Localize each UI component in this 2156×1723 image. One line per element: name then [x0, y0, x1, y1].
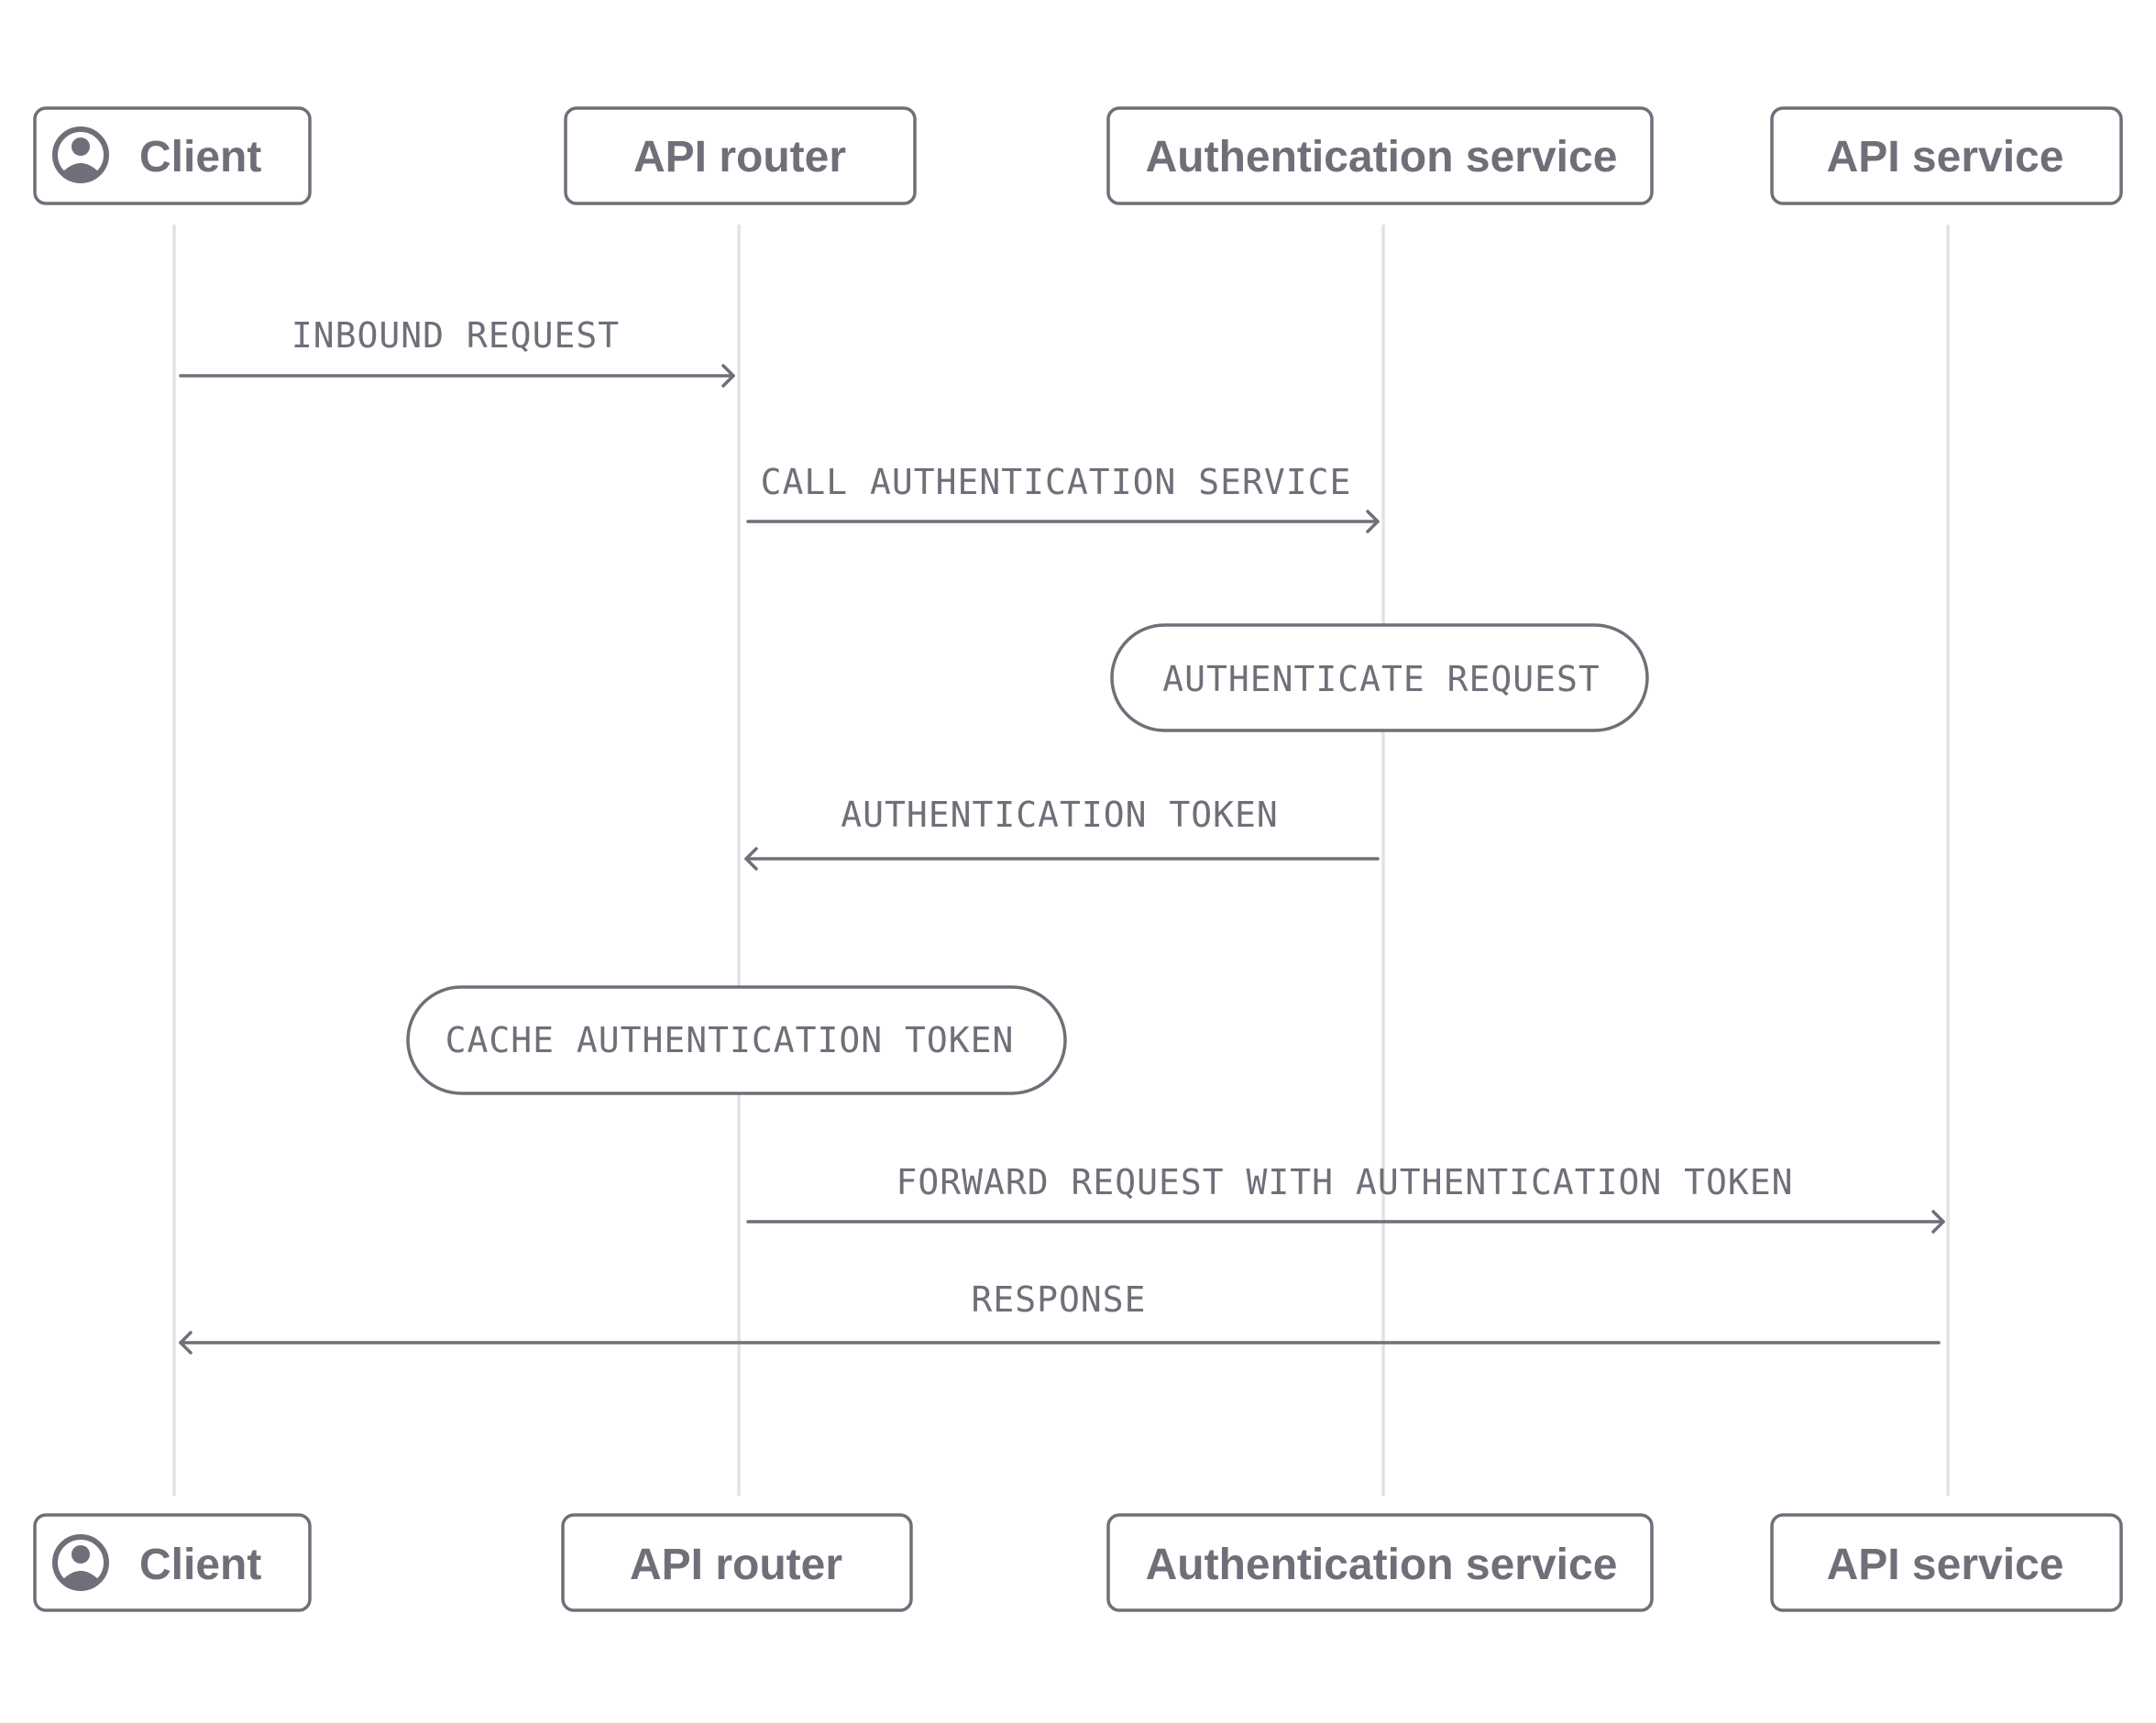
participant-router-top: API router [564, 106, 917, 205]
message-inbound-request: INBOUND REQUEST [179, 315, 735, 388]
sequence-diagram: Client API router Authentication service… [33, 106, 2123, 1612]
message-label: AUTHENTICATION TOKEN [841, 795, 1279, 835]
participant-router-bottom: API router [561, 1513, 913, 1612]
message-authentication-token: AUTHENTICATION TOKEN [744, 795, 1380, 871]
message-label: INBOUND REQUEST [292, 315, 620, 356]
participant-auth-bottom: Authentication service [1106, 1513, 1654, 1612]
participant-label: Client [139, 1541, 261, 1589]
message-response: RESPONSE [179, 1279, 1941, 1355]
participant-label: API router [633, 133, 846, 181]
action-label: AUTHENTICATE REQUEST [1162, 659, 1600, 699]
message-label: FORWARD REQUEST WITH AUTHENTICATION TOKE… [896, 1162, 1794, 1202]
message-forward-request: FORWARD REQUEST WITH AUTHENTICATION TOKE… [746, 1162, 1945, 1234]
message-label: RESPONSE [971, 1279, 1146, 1320]
participant-label: Authentication service [1146, 1541, 1618, 1589]
participant-api-top: API service [1770, 106, 2123, 205]
participant-auth-top: Authentication service [1106, 106, 1654, 205]
participant-label: API router [630, 1541, 842, 1589]
participant-label: Client [139, 133, 261, 181]
message-call-auth-service: CALL AUTHENTICATION SERVICE [746, 462, 1380, 533]
participant-label: Authentication service [1146, 133, 1618, 181]
participant-label: API service [1827, 133, 2064, 181]
participant-client-bottom: Client [33, 1513, 312, 1612]
message-label: CALL AUTHENTICATION SERVICE [761, 462, 1352, 502]
action-cache-authentication-token: CACHE AUTHENTICATION TOKEN [406, 985, 1067, 1095]
participant-api-bottom: API service [1770, 1513, 2123, 1612]
action-authenticate-request: AUTHENTICATE REQUEST [1110, 623, 1649, 732]
action-label: CACHE AUTHENTICATION TOKEN [446, 1020, 1015, 1060]
participant-label: API service [1827, 1541, 2064, 1589]
participant-client-top: Client [33, 106, 312, 205]
